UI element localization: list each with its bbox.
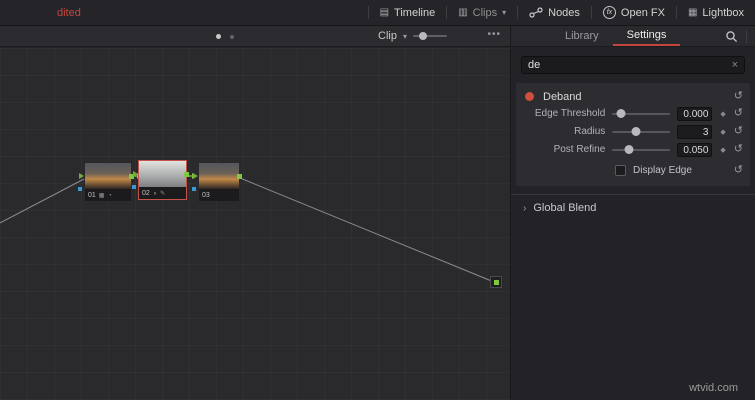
- post-refine-slider[interactable]: [612, 144, 670, 154]
- rgb-output-icon[interactable]: [237, 174, 242, 179]
- lightbox-button[interactable]: ▦ Lightbox: [677, 0, 755, 25]
- edge-threshold-value[interactable]: 0.000: [676, 106, 713, 121]
- node-03[interactable]: 03: [192, 163, 242, 201]
- keyframe-icon[interactable]: ◆: [720, 146, 725, 154]
- node-02-selected[interactable]: 02 ◑ ✎: [132, 160, 189, 200]
- keyframe-icon[interactable]: ◆: [720, 128, 725, 136]
- timeline-button[interactable]: ▤ Timeline: [369, 0, 447, 25]
- radius-value[interactable]: 3: [676, 124, 713, 139]
- watermark: wtvid.com: [689, 382, 738, 394]
- chevron-down-icon: ▾: [402, 31, 407, 41]
- radius-slider[interactable]: [612, 126, 670, 136]
- tab-settings[interactable]: Settings: [612, 26, 681, 46]
- deband-effect-card: Deband ↺ Edge Threshold 0.000 ◆ ↺ Radius…: [516, 83, 750, 186]
- rgb-input-icon[interactable]: [133, 171, 138, 177]
- reset-icon[interactable]: ↺: [734, 91, 743, 102]
- slider-handle[interactable]: [624, 144, 634, 154]
- openfx-panel-header: Library Settings: [510, 26, 755, 47]
- panel-header-divider: [746, 29, 747, 43]
- nodes-icon: [529, 7, 543, 18]
- display-edge-checkbox[interactable]: [615, 165, 626, 176]
- open-fx-button[interactable]: fx Open FX: [592, 0, 676, 25]
- clip-selector[interactable]: Clip ▾: [378, 26, 447, 46]
- reset-icon[interactable]: ↺: [734, 144, 743, 155]
- rgb-input-icon[interactable]: [79, 173, 84, 179]
- node-thumbnail: [139, 161, 186, 187]
- node-status-icons: ◑ ✎: [152, 190, 167, 197]
- node-thumbnail: [85, 163, 131, 189]
- chevron-right-icon: ›: [523, 202, 527, 214]
- edge-threshold-slider[interactable]: [612, 108, 670, 118]
- rgb-input-icon[interactable]: [193, 173, 198, 179]
- slider-handle[interactable]: [616, 108, 626, 118]
- search-icon[interactable]: [725, 30, 738, 43]
- param-row-post-refine: Post Refine 0.050 ◆ ↺: [523, 141, 743, 158]
- clip-selector-label: Clip: [378, 30, 397, 42]
- slider-handle[interactable]: [419, 32, 428, 40]
- tab-library[interactable]: Library: [551, 26, 613, 46]
- effect-header: Deband ↺: [523, 89, 743, 104]
- key-input-icon[interactable]: [132, 185, 136, 189]
- timeline-icon: ▤: [379, 6, 390, 18]
- openfx-settings-panel: × Deband ↺ Edge Threshold 0.000 ◆ ↺ Radi…: [510, 48, 755, 400]
- reset-icon[interactable]: ↺: [734, 108, 743, 119]
- key-input-icon[interactable]: [78, 187, 82, 191]
- chevron-down-icon: ▾: [502, 8, 507, 17]
- reset-icon[interactable]: ↺: [734, 126, 743, 137]
- node-label-bar: 02 ◑ ✎: [139, 187, 186, 199]
- param-label: Post Refine: [553, 144, 606, 155]
- param-row-radius: Radius 3 ◆ ↺: [523, 123, 743, 140]
- davinci-resolve-color-page: dited ▤ Timeline ▥ Clips ▾ Nodes fx Open…: [0, 0, 755, 400]
- effect-enable-toggle[interactable]: [525, 92, 534, 101]
- gallery-page-dots[interactable]: [216, 34, 234, 39]
- display-edge-label: Display Edge: [633, 165, 692, 176]
- panel-header-tools: [725, 29, 755, 43]
- node-thumbnail: [199, 163, 239, 189]
- timeline-name-label: dited: [57, 6, 81, 19]
- effect-search-box[interactable]: ×: [521, 56, 745, 74]
- node-status-icons: ▦ ◔: [98, 192, 113, 199]
- node-connection-wires: [0, 173, 495, 283]
- clips-button[interactable]: ▥ Clips ▾: [447, 0, 517, 25]
- effect-title: Deband: [543, 90, 582, 103]
- lightbox-icon: ▦: [687, 6, 698, 18]
- reset-icon[interactable]: ↺: [734, 165, 743, 176]
- page-dot[interactable]: [230, 34, 234, 39]
- key-input-icon[interactable]: [192, 187, 196, 191]
- output-dot-icon: [493, 279, 499, 285]
- rgb-output-icon[interactable]: [184, 172, 189, 177]
- slider-handle[interactable]: [631, 126, 641, 136]
- node-tree-output[interactable]: [490, 276, 502, 288]
- node-editor-options-menu[interactable]: •••: [487, 29, 501, 40]
- clips-icon: ▥: [458, 6, 468, 18]
- node-number: 02: [142, 189, 150, 197]
- post-refine-value[interactable]: 0.050: [676, 142, 713, 157]
- node-label-bar: 01 ▦ ◔: [85, 189, 131, 201]
- nodes-button[interactable]: Nodes: [518, 0, 591, 25]
- global-blend-section[interactable]: › Global Blend: [511, 194, 755, 220]
- global-blend-label: Global Blend: [533, 202, 597, 214]
- node-graph[interactable]: 01 ▦ ◔ 02 ◑ ✎ 03: [0, 48, 510, 400]
- param-row-edge-threshold: Edge Threshold 0.000 ◆ ↺: [523, 105, 743, 122]
- display-edge-row: Display Edge ↺: [523, 163, 743, 178]
- page-dot-active[interactable]: [216, 34, 221, 39]
- node-label-bar: 03: [199, 189, 239, 201]
- param-label: Edge Threshold: [534, 108, 606, 119]
- keyframe-icon[interactable]: ◆: [720, 110, 725, 118]
- top-toolbar: dited ▤ Timeline ▥ Clips ▾ Nodes fx Open…: [0, 0, 755, 26]
- node-01[interactable]: 01 ▦ ◔: [78, 163, 134, 201]
- node-number: 01: [88, 191, 96, 199]
- search-input[interactable]: [528, 59, 732, 71]
- fx-icon: fx: [602, 6, 616, 19]
- clear-search-icon[interactable]: ×: [732, 59, 738, 71]
- node-zoom-slider[interactable]: [412, 32, 447, 40]
- param-label: Radius: [574, 126, 606, 137]
- node-number: 03: [202, 191, 210, 199]
- node-editor-header: Clip ▾ •••: [0, 26, 510, 47]
- toolbar-button-group: ▤ Timeline ▥ Clips ▾ Nodes fx Open FX ▦ …: [367, 0, 755, 25]
